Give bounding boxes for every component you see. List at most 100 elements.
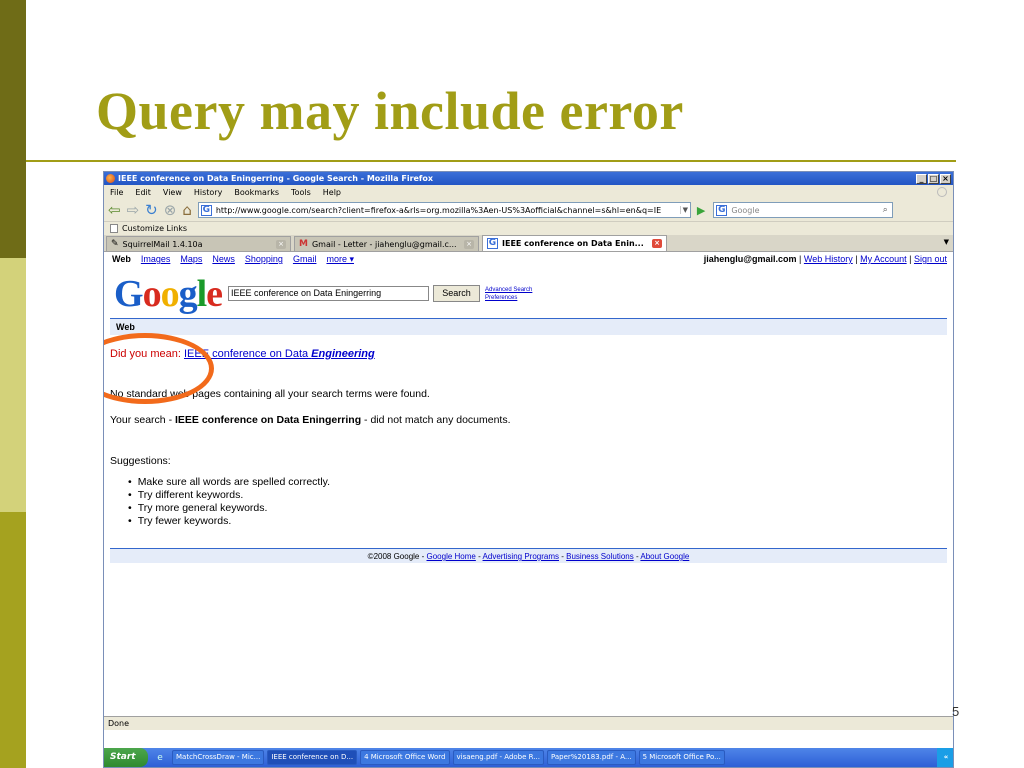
web-history-link[interactable]: Web History bbox=[804, 254, 853, 264]
search-icon[interactable]: ⌕ bbox=[878, 205, 892, 215]
nav-maps-link[interactable]: Maps bbox=[180, 254, 202, 265]
tray-expand-button[interactable]: « bbox=[937, 748, 953, 767]
windows-taskbar: Start e MatchCrossDraw - Mic... IEEE con… bbox=[104, 748, 953, 767]
search-button[interactable]: Search bbox=[433, 285, 480, 302]
google-nav-links: Web Images Maps News Shopping Gmail more… bbox=[112, 254, 354, 265]
tab-gmail[interactable]: M Gmail - Letter - jiahenglu@gmail.c... … bbox=[294, 236, 479, 251]
google-footer: ©2008 Google - Google Home - Advertising… bbox=[110, 548, 947, 563]
nav-images-link[interactable]: Images bbox=[141, 254, 171, 265]
menu-bookmarks[interactable]: Bookmarks bbox=[234, 188, 279, 197]
nav-more-link[interactable]: more ▾ bbox=[326, 254, 354, 265]
list-item: Make sure all words are spelled correctl… bbox=[128, 476, 330, 489]
navigation-toolbar: ⇦ ⇨ ↻ ⊗ ⌂ G http://www.google.com/search… bbox=[104, 199, 953, 221]
menu-tools[interactable]: Tools bbox=[291, 188, 311, 197]
squirrelmail-icon: ✎ bbox=[111, 239, 119, 249]
nav-web: Web bbox=[112, 254, 131, 264]
list-item: Try different keywords. bbox=[128, 489, 330, 502]
firefox-window: IEEE conference on Data Eningerring - Go… bbox=[103, 171, 954, 768]
footer-about-link[interactable]: About Google bbox=[640, 552, 689, 561]
tab-google-search[interactable]: G IEEE conference on Data Enin... × bbox=[482, 235, 667, 251]
advanced-search-link[interactable]: Advanced Search bbox=[485, 286, 532, 294]
my-account-link[interactable]: My Account bbox=[860, 254, 907, 264]
tab-label: IEEE conference on Data Enin... bbox=[502, 239, 644, 248]
bookmark-customize-links[interactable]: Customize Links bbox=[122, 224, 187, 233]
search-input[interactable]: IEEE conference on Data Eningerring bbox=[228, 286, 429, 301]
tab-list-dropdown-icon[interactable]: ▼ bbox=[944, 238, 949, 246]
sidebar-accent-light bbox=[0, 258, 26, 512]
did-you-mean-correction: Engineering bbox=[311, 348, 375, 360]
title-divider bbox=[26, 160, 956, 162]
window-controls: _ □ × bbox=[916, 173, 951, 184]
search-bar-placeholder: Google bbox=[731, 205, 760, 215]
reload-icon[interactable]: ↻ bbox=[145, 202, 158, 218]
page-content: Web Images Maps News Shopping Gmail more… bbox=[104, 252, 953, 716]
url-dropdown-icon[interactable]: ▼ bbox=[679, 206, 690, 214]
suggestions-list: Make sure all words are spelled correctl… bbox=[128, 476, 330, 528]
logo-letter: o bbox=[160, 273, 180, 315]
google-logo[interactable]: Google bbox=[114, 273, 223, 315]
sign-out-link[interactable]: Sign out bbox=[914, 254, 947, 264]
menu-edit[interactable]: Edit bbox=[135, 188, 151, 197]
start-button[interactable]: Start bbox=[104, 748, 148, 767]
your-search-suffix: - did not match any documents. bbox=[361, 414, 511, 426]
tab-close-icon[interactable]: × bbox=[464, 239, 474, 249]
taskbar-item[interactable]: Paper%20183.pdf - A... bbox=[546, 750, 636, 765]
tab-label: SquirrelMail 1.4.10a bbox=[122, 239, 203, 249]
url-bar[interactable]: G http://www.google.com/search?client=fi… bbox=[197, 202, 691, 218]
logo-letter: e bbox=[206, 273, 223, 315]
taskbar-item[interactable]: IEEE conference on D... bbox=[267, 750, 358, 765]
menu-bar: File Edit View History Bookmarks Tools H… bbox=[104, 185, 953, 199]
did-you-mean-link[interactable]: IEEE conference on Data Engineering bbox=[184, 348, 375, 360]
menu-history[interactable]: History bbox=[194, 188, 222, 197]
slide-title: Query may include error bbox=[96, 81, 684, 141]
nav-news-link[interactable]: News bbox=[212, 254, 235, 265]
tab-strip: ✎ SquirrelMail 1.4.10a × M Gmail - Lette… bbox=[104, 235, 953, 252]
nav-shopping-link[interactable]: Shopping bbox=[245, 254, 283, 265]
forward-arrow-icon[interactable]: ⇨ bbox=[127, 202, 140, 218]
footer-copyright: ©2008 Google - bbox=[367, 552, 427, 561]
maximize-button[interactable]: □ bbox=[928, 173, 939, 184]
slide: Query may include error IEEE conference … bbox=[0, 0, 1024, 768]
sidebar-accent-mid bbox=[0, 512, 26, 768]
taskbar-item[interactable]: visaeng.pdf - Adobe R... bbox=[452, 750, 544, 765]
taskbar-item[interactable]: 5 Microsoft Office Po... bbox=[638, 750, 725, 765]
your-search-prefix: Your search - bbox=[110, 414, 175, 426]
search-bar[interactable]: G Google ⌕ bbox=[713, 202, 894, 218]
menu-file[interactable]: File bbox=[110, 188, 123, 197]
logo-letter: l bbox=[196, 273, 208, 315]
results-header-bar: Web bbox=[110, 318, 947, 335]
go-arrow-icon[interactable]: ▶ bbox=[697, 204, 705, 217]
window-title: IEEE conference on Data Eningerring - Go… bbox=[118, 174, 434, 183]
preferences-link[interactable]: Preferences bbox=[485, 294, 532, 302]
tab-close-icon[interactable]: × bbox=[276, 239, 286, 249]
search-engine-icon[interactable]: G bbox=[716, 204, 728, 216]
back-arrow-icon[interactable]: ⇦ bbox=[108, 202, 121, 218]
slide-page-number: 5 bbox=[952, 704, 960, 719]
footer-advertising-link[interactable]: Advertising Programs bbox=[483, 552, 559, 561]
logo-letter: o bbox=[142, 273, 162, 315]
tab-squirrelmail[interactable]: ✎ SquirrelMail 1.4.10a × bbox=[106, 236, 291, 251]
firefox-icon bbox=[106, 174, 115, 183]
taskbar-item[interactable]: 4 Microsoft Office Word bbox=[360, 750, 450, 765]
google-favicon-icon: G bbox=[487, 238, 498, 249]
tab-close-icon[interactable]: × bbox=[652, 239, 662, 248]
google-top-bar: Web Images Maps News Shopping Gmail more… bbox=[112, 254, 947, 265]
url-text: http://www.google.com/search?client=fire… bbox=[215, 205, 662, 215]
menu-view[interactable]: View bbox=[163, 188, 182, 197]
taskbar-item[interactable]: MatchCrossDraw - Mic... bbox=[172, 750, 265, 765]
list-item: Try more general keywords. bbox=[128, 502, 330, 515]
ie-quicklaunch-icon[interactable]: e bbox=[151, 753, 169, 763]
stop-icon[interactable]: ⊗ bbox=[164, 202, 177, 218]
footer-google-home-link[interactable]: Google Home bbox=[427, 552, 476, 561]
footer-separator: - bbox=[475, 552, 483, 561]
advanced-links: Advanced Search Preferences bbox=[485, 286, 532, 302]
close-button[interactable]: × bbox=[940, 173, 951, 184]
window-titlebar: IEEE conference on Data Eningerring - Go… bbox=[104, 172, 953, 185]
user-links: jiahenglu@gmail.com | Web History | My A… bbox=[703, 254, 947, 264]
home-icon[interactable]: ⌂ bbox=[182, 202, 192, 218]
sidebar-accent-dark bbox=[0, 0, 26, 258]
nav-gmail-link[interactable]: Gmail bbox=[293, 254, 317, 265]
footer-business-link[interactable]: Business Solutions bbox=[566, 552, 634, 561]
minimize-button[interactable]: _ bbox=[916, 173, 927, 184]
menu-help[interactable]: Help bbox=[323, 188, 341, 197]
